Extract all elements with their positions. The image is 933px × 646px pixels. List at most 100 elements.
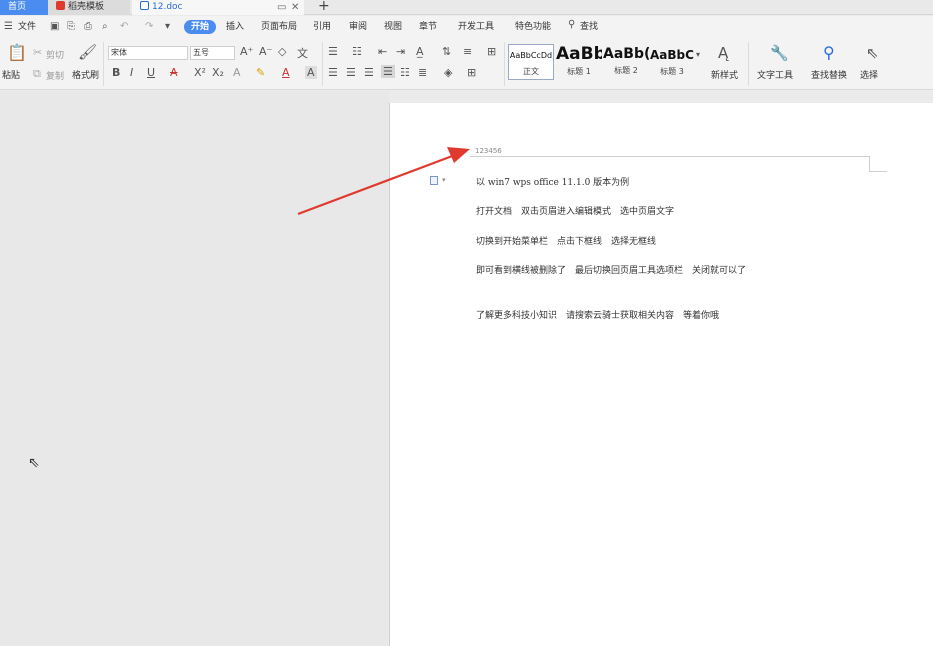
ribbon-separator xyxy=(322,42,323,86)
style-heading-1[interactable]: AaBb 标题 1 xyxy=(556,44,602,80)
paragraph-layout-icon[interactable] xyxy=(430,176,438,185)
style-heading-2[interactable]: AaBb( 标题 2 xyxy=(603,44,649,80)
format-painter-icon[interactable]: 🖌 xyxy=(78,43,97,61)
grow-font-icon[interactable]: A⁺ xyxy=(240,45,253,58)
menu-developer[interactable]: 开发工具 xyxy=(458,20,494,34)
style-heading-3[interactable]: AaBbC( 标题 3 xyxy=(650,44,694,80)
underline-icon[interactable]: U xyxy=(147,66,155,79)
header-border-line xyxy=(470,156,870,157)
new-style-icon[interactable]: Ą xyxy=(718,44,728,62)
align-left-icon[interactable]: ☰ xyxy=(328,66,338,79)
header-corner-mark xyxy=(869,156,870,171)
shading-icon[interactable]: ◈ xyxy=(444,66,452,79)
increase-indent-icon[interactable]: ⇥ xyxy=(396,45,405,58)
menu-features[interactable]: 特色功能 xyxy=(515,20,551,34)
tab-pin-icon[interactable]: ▭ xyxy=(277,0,286,15)
redo-icon[interactable]: ↷ xyxy=(145,21,153,32)
menu-search[interactable]: 查找 xyxy=(580,20,598,34)
menu-bar: ☰ 文件 ▣ ⎘ ⎙ ⌕ ↶ ↷ ▾ 开始 插入 页面布局 引用 审阅 视图 章… xyxy=(0,16,933,38)
styles-more-icon[interactable]: ▾ xyxy=(696,50,700,59)
cut-button[interactable]: 剪切 xyxy=(46,48,64,61)
font-size-select[interactable]: 五号 xyxy=(190,46,235,60)
style-heading-2-label: 标题 2 xyxy=(614,66,638,75)
phonetic-icon[interactable]: 文 xyxy=(297,45,308,61)
select-button[interactable]: 选择 xyxy=(860,68,878,81)
menu-page-layout[interactable]: 页面布局 xyxy=(261,20,297,34)
quick-access-dropdown-icon[interactable]: ▾ xyxy=(165,21,170,32)
style-heading-3-label: 标题 3 xyxy=(660,67,684,76)
italic-icon[interactable]: I xyxy=(130,66,133,79)
preview-icon[interactable]: ⌕ xyxy=(102,21,108,32)
cut-icon[interactable]: ✂ xyxy=(33,46,42,59)
paste-icon[interactable]: 📋 xyxy=(7,43,27,62)
strikethrough-icon[interactable]: A xyxy=(170,66,178,79)
text-tools-button[interactable]: 文字工具 xyxy=(757,68,793,81)
number-list-icon[interactable]: ☷ xyxy=(352,45,362,58)
align-center-icon[interactable]: ☰ xyxy=(346,66,356,79)
select-cursor-icon[interactable]: ⇖ xyxy=(866,44,879,62)
subscript-icon[interactable]: X₂ xyxy=(212,66,224,79)
line-spacing-icon[interactable]: ≡ xyxy=(463,45,472,58)
distributed-icon[interactable]: ☷ xyxy=(400,66,410,79)
shrink-font-icon[interactable]: A⁻ xyxy=(259,45,272,58)
table-grid-icon[interactable]: ⊞ xyxy=(487,45,496,58)
hamburger-icon[interactable]: ☰ xyxy=(4,21,13,32)
char-shading-icon[interactable]: A xyxy=(305,66,317,79)
tab-home[interactable]: 首页 xyxy=(0,0,48,15)
menu-start[interactable]: 开始 xyxy=(184,20,217,34)
header-corner-mark xyxy=(869,171,887,172)
menu-chapter[interactable]: 章节 xyxy=(419,20,437,34)
search-icon[interactable]: ⚲ xyxy=(568,19,575,30)
bold-icon[interactable]: B xyxy=(112,66,120,79)
format-painter-button[interactable]: 格式刷 xyxy=(72,68,99,81)
mouse-pointer-icon: ⇖ xyxy=(28,455,40,471)
new-tab-icon[interactable]: + xyxy=(318,0,330,14)
paragraph-2: 打开文档 双击页眉进入编辑模式 选中页眉文字 xyxy=(476,207,675,217)
page-header-text[interactable]: 123456 xyxy=(475,147,502,155)
document-canvas xyxy=(0,91,389,646)
menu-file[interactable]: 文件 xyxy=(18,20,36,34)
paragraph-layout-dropdown-icon[interactable]: ▾ xyxy=(442,176,446,184)
text-tools-icon[interactable]: 🔧 xyxy=(770,44,789,62)
tab-template[interactable]: 稻壳模板 xyxy=(48,0,130,15)
copy-icon[interactable]: ⧉ xyxy=(33,67,41,81)
menu-references[interactable]: 引用 xyxy=(313,20,331,34)
justify-icon[interactable]: ☰ xyxy=(381,65,395,78)
export-icon[interactable]: ⎘ xyxy=(67,21,75,32)
find-replace-button[interactable]: 查找替换 xyxy=(811,68,847,81)
bullet-list-icon[interactable]: ☰ xyxy=(328,45,338,58)
menu-review[interactable]: 审阅 xyxy=(349,20,367,34)
superscript-icon[interactable]: X² xyxy=(194,66,206,79)
menu-view[interactable]: 视图 xyxy=(384,20,402,34)
style-heading-3-sample: AaBbC( xyxy=(650,48,694,62)
align-right-icon[interactable]: ☰ xyxy=(364,66,374,79)
document-page[interactable]: 123456 ▾ 以 win7 wps office 11.1.0 版本为例 打… xyxy=(389,103,933,646)
paragraph-spacing-icon[interactable]: ≣ xyxy=(418,66,427,79)
style-normal[interactable]: AaBbCcDd 正文 xyxy=(508,44,554,80)
clear-format-icon[interactable]: ◇ xyxy=(278,45,286,58)
highlight-icon[interactable]: ✎ xyxy=(256,66,265,79)
border-icon[interactable]: ⊞ xyxy=(467,66,476,79)
find-replace-icon[interactable]: ⚲ xyxy=(823,43,835,62)
undo-icon[interactable]: ↶ xyxy=(120,21,128,32)
save-icon[interactable]: ▣ xyxy=(50,21,59,32)
ribbon-separator xyxy=(748,42,749,86)
style-normal-sample: AaBbCcDd xyxy=(509,51,553,60)
menu-insert[interactable]: 插入 xyxy=(226,20,244,34)
paste-button[interactable]: 粘贴 xyxy=(2,68,20,81)
tab-close-icon[interactable]: ✕ xyxy=(291,0,299,15)
wps-logo-icon xyxy=(56,1,65,10)
font-color-icon[interactable]: A xyxy=(282,66,290,79)
print-icon[interactable]: ⎙ xyxy=(84,21,92,32)
paragraph-4: 即可看到横线被删除了 最后切换回页眉工具选项栏 关闭就可以了 xyxy=(476,266,747,276)
style-normal-label: 正文 xyxy=(523,67,539,76)
text-effect-icon[interactable]: A xyxy=(233,66,241,79)
tab-template-label: 稻壳模板 xyxy=(68,2,105,12)
copy-button[interactable]: 复制 xyxy=(46,69,64,82)
style-heading-1-label: 标题 1 xyxy=(567,67,591,76)
decrease-indent-icon[interactable]: ⇤ xyxy=(378,45,387,58)
sort-icon[interactable]: ⇅ xyxy=(442,45,451,58)
font-name-select[interactable]: 宋体 xyxy=(108,46,188,60)
new-style-button[interactable]: 新样式 xyxy=(711,68,738,81)
char-spacing-icon[interactable]: A̲ xyxy=(416,45,424,58)
